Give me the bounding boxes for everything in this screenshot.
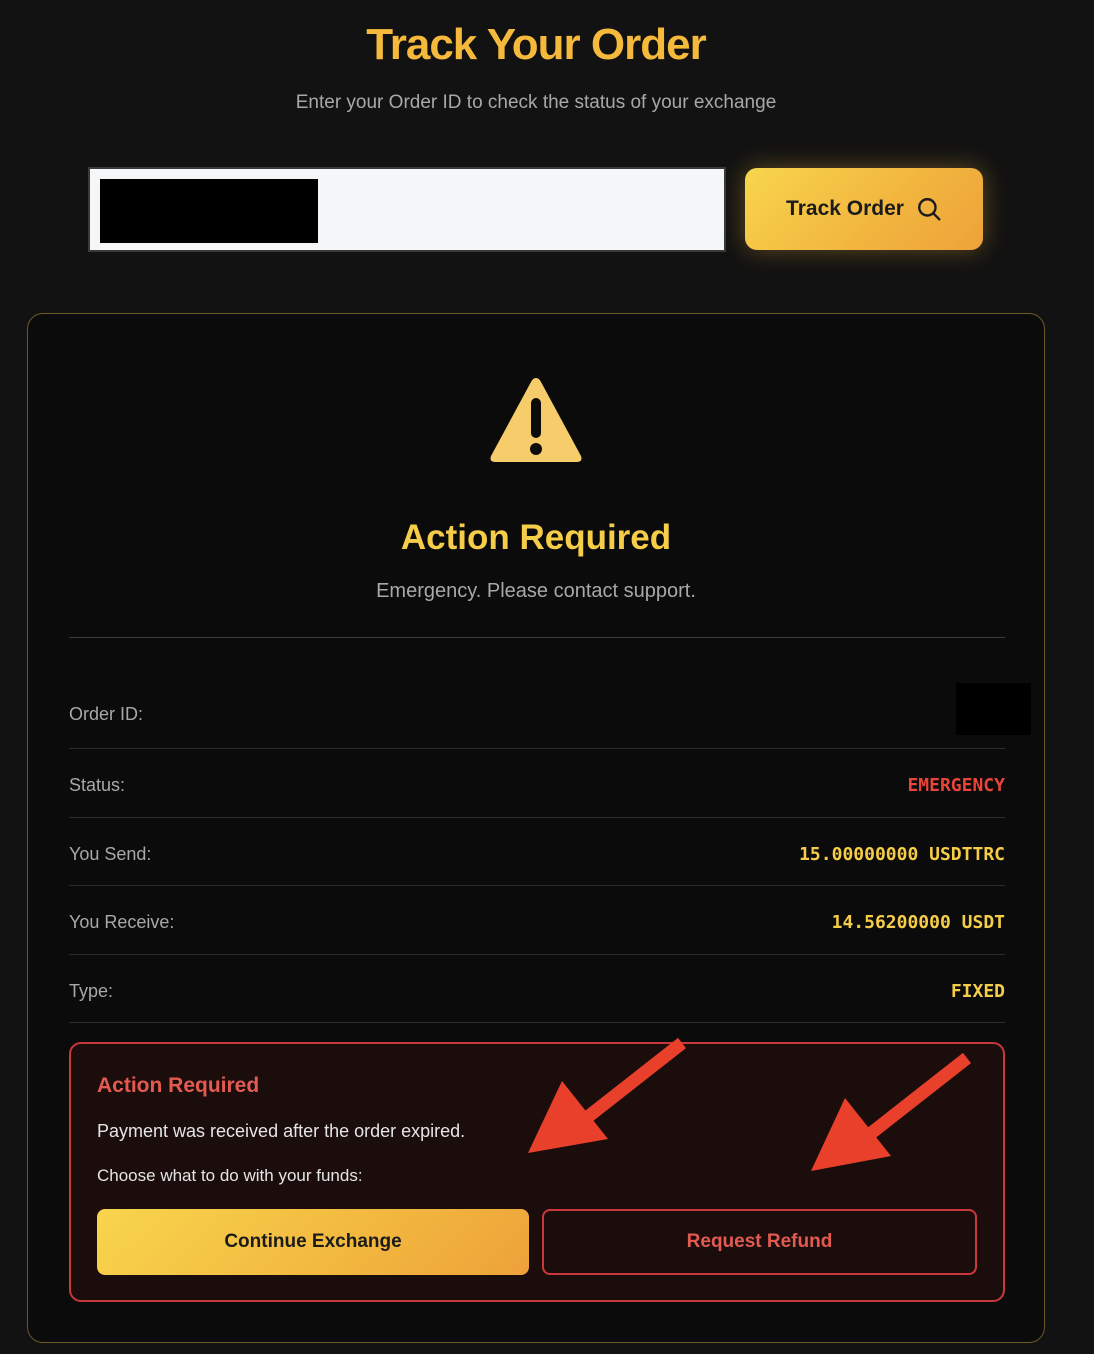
- track-order-button[interactable]: Track Order: [745, 168, 983, 250]
- warning-icon: [490, 378, 582, 462]
- detail-row-type: Type: FIXED: [69, 955, 1005, 1023]
- action-prompt: Choose what to do with your funds:: [97, 1166, 363, 1185]
- action-message: Payment was received after the order exp…: [97, 1121, 466, 1141]
- track-order-label: Track Order: [786, 197, 904, 220]
- order-status-card: Action Required Emergency. Please contac…: [27, 313, 1045, 1343]
- action-title: Action Required: [97, 1074, 260, 1097]
- detail-row-you-send: You Send: 15.00000000 USDTTRC: [69, 818, 1005, 886]
- redaction-block: [956, 683, 1031, 735]
- detail-label: Order ID:: [69, 703, 144, 724]
- detail-row-status: Status: EMERGENCY: [69, 749, 1005, 818]
- page-title: Track Your Order: [366, 20, 706, 69]
- detail-label: You Receive:: [69, 912, 175, 933]
- page-subtitle: Enter your Order ID to check the status …: [295, 92, 777, 113]
- status-title: Action Required: [400, 518, 672, 557]
- detail-row-you-receive: You Receive: 14.56200000 USDT: [69, 886, 1005, 955]
- detail-label: You Send:: [69, 843, 152, 864]
- type-value: FIXED: [950, 980, 1005, 1002]
- redaction-block: [100, 179, 318, 243]
- detail-label: Status:: [69, 775, 126, 796]
- status-value: EMERGENCY: [907, 775, 1005, 797]
- search-icon: [918, 198, 941, 221]
- status-message: Emergency. Please contact support.: [376, 580, 696, 602]
- send-amount-value: 15.00000000 USDTTRC: [799, 843, 1005, 865]
- order-details: Order ID: MA Status: EMERGENCY You Send:…: [69, 646, 1005, 1023]
- page: Track Your Order Enter your Order ID to …: [0, 0, 1094, 1354]
- detail-row-order-id: Order ID: MA: [69, 646, 1005, 749]
- detail-label: Type:: [69, 980, 114, 1001]
- divider: [69, 637, 1005, 638]
- receive-amount-value: 14.56200000 USDT: [831, 912, 1005, 934]
- continue-exchange-button[interactable]: Continue Exchange: [97, 1209, 529, 1275]
- order-id-input-wrapper: [88, 167, 726, 252]
- action-required-panel: Action Required Payment was received aft…: [69, 1042, 1005, 1302]
- request-refund-button[interactable]: Request Refund: [542, 1209, 977, 1275]
